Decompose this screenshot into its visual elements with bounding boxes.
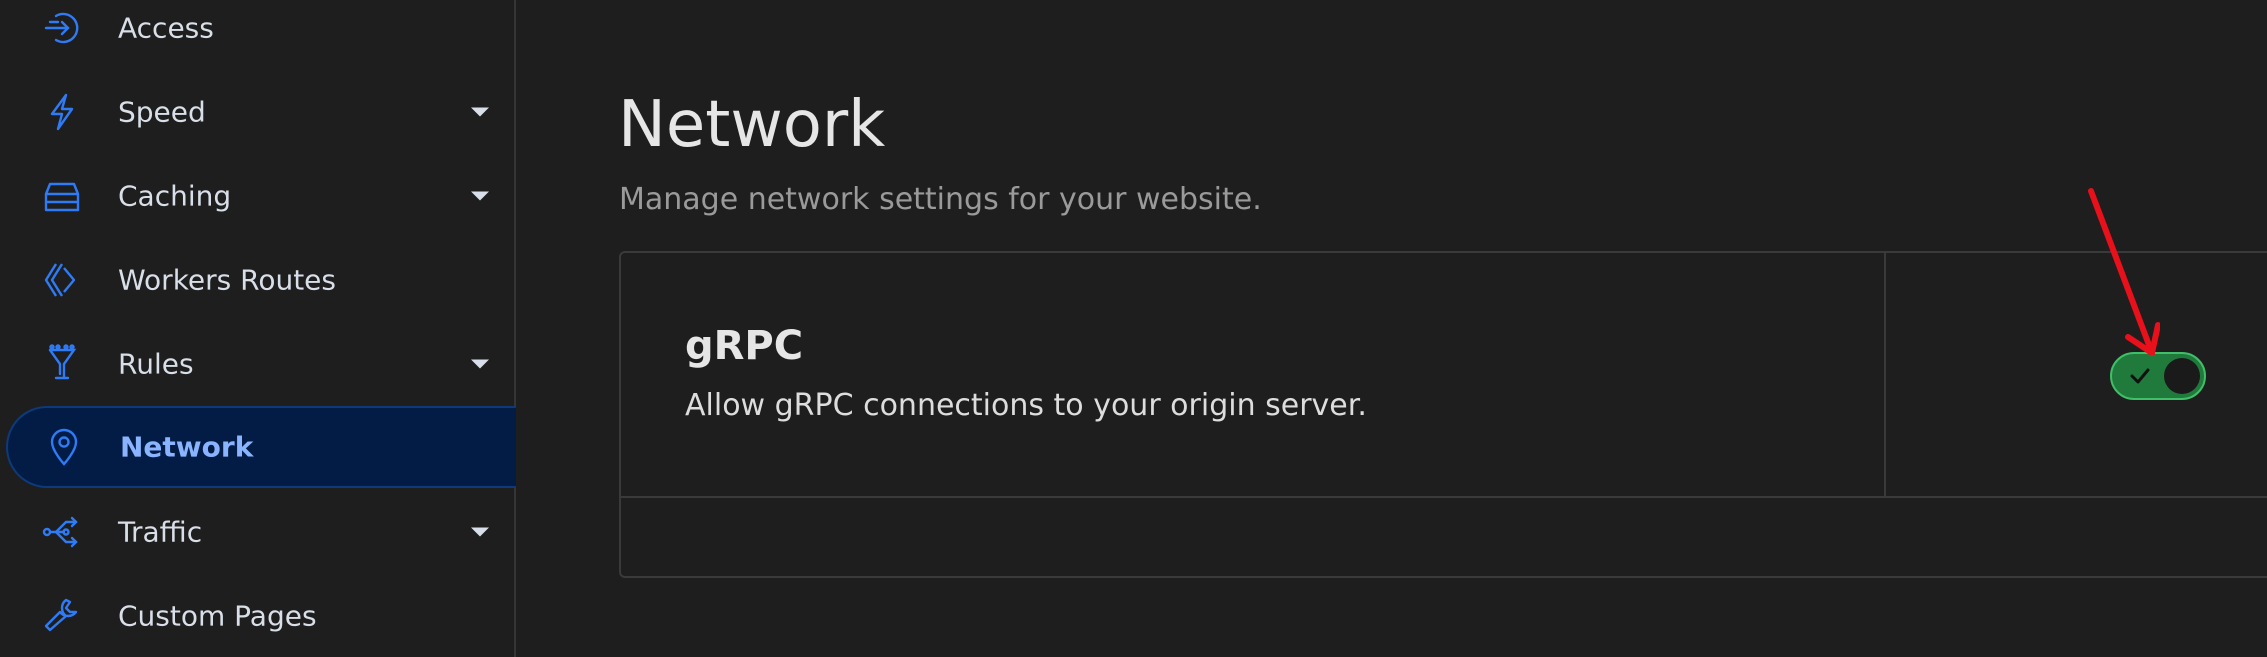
setting-description: Allow gRPC connections to your origin se… (685, 388, 1367, 423)
sidebar-item-workers-routes[interactable]: Workers Routes (6, 239, 516, 321)
sidebar-item-label: Rules (118, 347, 194, 381)
chevron-down-icon[interactable] (471, 359, 489, 369)
sidebar: Access Speed Caching Workers Routes Rule… (0, 0, 516, 657)
funnel-icon (40, 342, 84, 386)
chevron-down-icon[interactable] (471, 191, 489, 201)
wrench-icon (40, 594, 84, 638)
location-pin-icon (42, 425, 86, 469)
server-stack-icon (40, 174, 84, 218)
sidebar-item-traffic[interactable]: Traffic (6, 491, 516, 573)
setting-title: gRPC (685, 323, 804, 369)
app-window: Access Speed Caching Workers Routes Rule… (0, 0, 2267, 657)
sidebar-item-caching[interactable]: Caching (6, 155, 516, 237)
chevron-down-icon[interactable] (471, 107, 489, 117)
traffic-icon (40, 510, 84, 554)
page-subtitle: Manage network settings for your website… (619, 182, 1262, 217)
sidebar-item-label: Traffic (118, 515, 203, 549)
sidebar-item-access[interactable]: Access (6, 0, 516, 69)
card-divider (1884, 253, 1886, 496)
sidebar-item-label: Speed (118, 95, 206, 129)
sidebar-item-label: Workers Routes (118, 263, 336, 297)
page-title: Network (618, 88, 886, 162)
grpc-toggle[interactable] (2110, 352, 2206, 400)
checkmark-icon (2130, 368, 2150, 384)
toggle-knob (2164, 358, 2200, 394)
sidebar-item-label: Caching (118, 179, 232, 213)
sidebar-item-label: Network (120, 430, 254, 464)
workers-icon (40, 258, 84, 302)
sidebar-item-custom-pages[interactable]: Custom Pages (6, 575, 516, 657)
access-icon (40, 6, 84, 50)
sidebar-item-network[interactable]: Network (6, 406, 516, 488)
lightning-icon (40, 90, 84, 134)
sidebar-item-rules[interactable]: Rules (6, 323, 516, 405)
sidebar-item-label: Access (118, 11, 214, 45)
grpc-setting-card: gRPC Allow gRPC connections to your orig… (619, 251, 2267, 578)
sidebar-item-speed[interactable]: Speed (6, 71, 516, 153)
sidebar-item-label: Custom Pages (118, 599, 317, 633)
main-content: Network Manage network settings for your… (518, 0, 2267, 657)
chevron-down-icon[interactable] (471, 527, 489, 537)
card-divider (621, 496, 2267, 498)
